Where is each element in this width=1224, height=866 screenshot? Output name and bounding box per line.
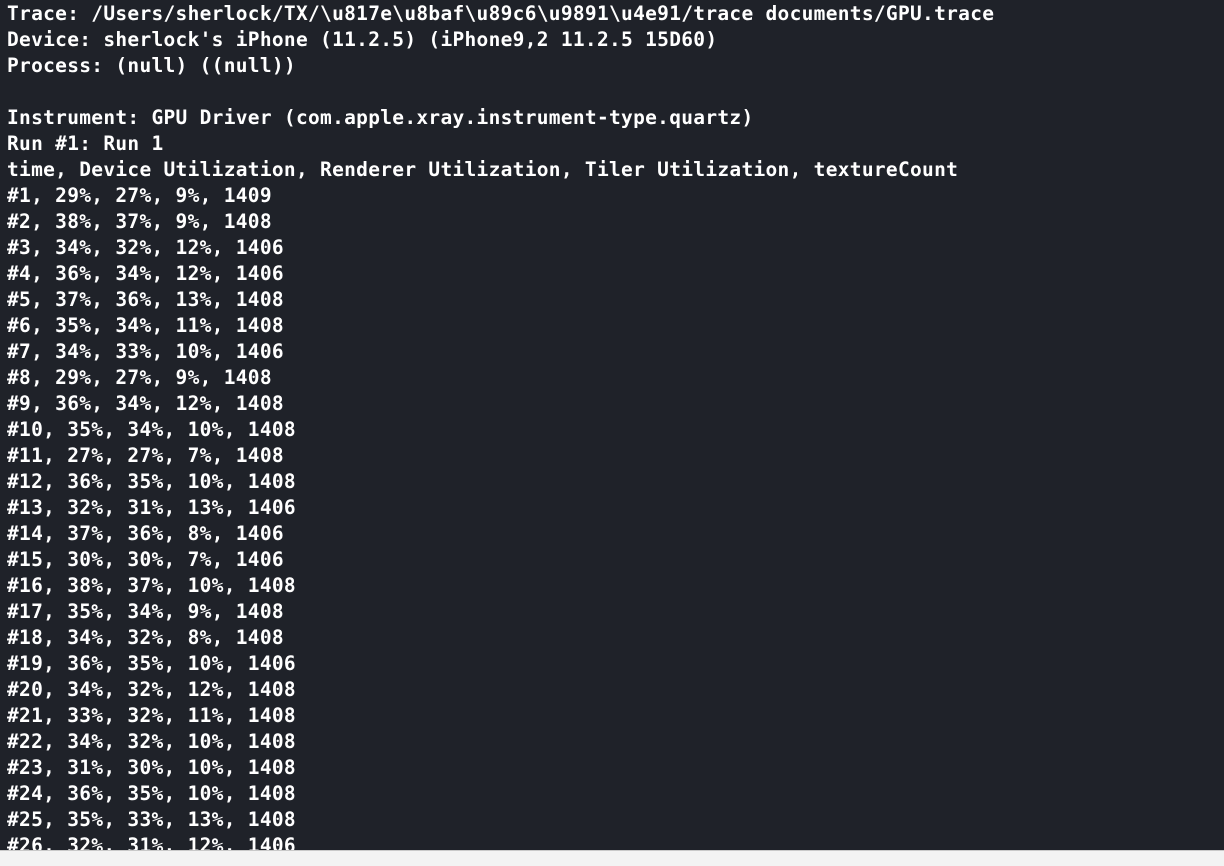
- sample-row: #25, 35%, 33%, 13%, 1408: [7, 808, 296, 831]
- sample-row: #9, 36%, 34%, 12%, 1408: [7, 392, 284, 415]
- sample-rows: #1, 29%, 27%, 9%, 1409 #2, 38%, 37%, 9%, …: [7, 183, 1224, 850]
- sample-row: #19, 36%, 35%, 10%, 1406: [7, 652, 296, 675]
- run-line: Run #1: Run 1: [7, 132, 164, 155]
- sample-row: #15, 30%, 30%, 7%, 1406: [7, 548, 284, 571]
- sample-row: #11, 27%, 27%, 7%, 1408: [7, 444, 284, 467]
- trace-path-line: Trace: /Users/sherlock/TX/\u817e\u8baf\u…: [7, 2, 995, 25]
- sample-row: #22, 34%, 32%, 10%, 1408: [7, 730, 296, 753]
- sample-row: #26, 32%, 31%, 12%, 1406: [7, 834, 296, 850]
- instrument-line: Instrument: GPU Driver (com.apple.xray.i…: [7, 106, 754, 129]
- terminal-output: Trace: /Users/sherlock/TX/\u817e\u8baf\u…: [7, 1, 1224, 850]
- sample-row: #14, 37%, 36%, 8%, 1406: [7, 522, 284, 545]
- window-bottom-edge: [0, 850, 1224, 866]
- sample-row: #21, 33%, 32%, 11%, 1408: [7, 704, 296, 727]
- sample-row: #18, 34%, 32%, 8%, 1408: [7, 626, 284, 649]
- terminal-window[interactable]: Trace: /Users/sherlock/TX/\u817e\u8baf\u…: [0, 0, 1224, 850]
- sample-row: #4, 36%, 34%, 12%, 1406: [7, 262, 284, 285]
- device-line: Device: sherlock's iPhone (11.2.5) (iPho…: [7, 28, 718, 51]
- column-header-line: time, Device Utilization, Renderer Utili…: [7, 158, 959, 181]
- sample-row: #24, 36%, 35%, 10%, 1408: [7, 782, 296, 805]
- sample-row: #16, 38%, 37%, 10%, 1408: [7, 574, 296, 597]
- sample-row: #6, 35%, 34%, 11%, 1408: [7, 314, 284, 337]
- sample-row: #17, 35%, 34%, 9%, 1408: [7, 600, 284, 623]
- sample-row: #2, 38%, 37%, 9%, 1408: [7, 210, 272, 233]
- sample-row: #3, 34%, 32%, 12%, 1406: [7, 236, 284, 259]
- sample-row: #1, 29%, 27%, 9%, 1409: [7, 184, 272, 207]
- process-line: Process: (null) ((null)): [7, 54, 296, 77]
- sample-row: #8, 29%, 27%, 9%, 1408: [7, 366, 272, 389]
- sample-row: #7, 34%, 33%, 10%, 1406: [7, 340, 284, 363]
- sample-row: #10, 35%, 34%, 10%, 1408: [7, 418, 296, 441]
- sample-row: #20, 34%, 32%, 12%, 1408: [7, 678, 296, 701]
- sample-row: #13, 32%, 31%, 13%, 1406: [7, 496, 296, 519]
- sample-row: #5, 37%, 36%, 13%, 1408: [7, 288, 284, 311]
- sample-row: #12, 36%, 35%, 10%, 1408: [7, 470, 296, 493]
- sample-row: #23, 31%, 30%, 10%, 1408: [7, 756, 296, 779]
